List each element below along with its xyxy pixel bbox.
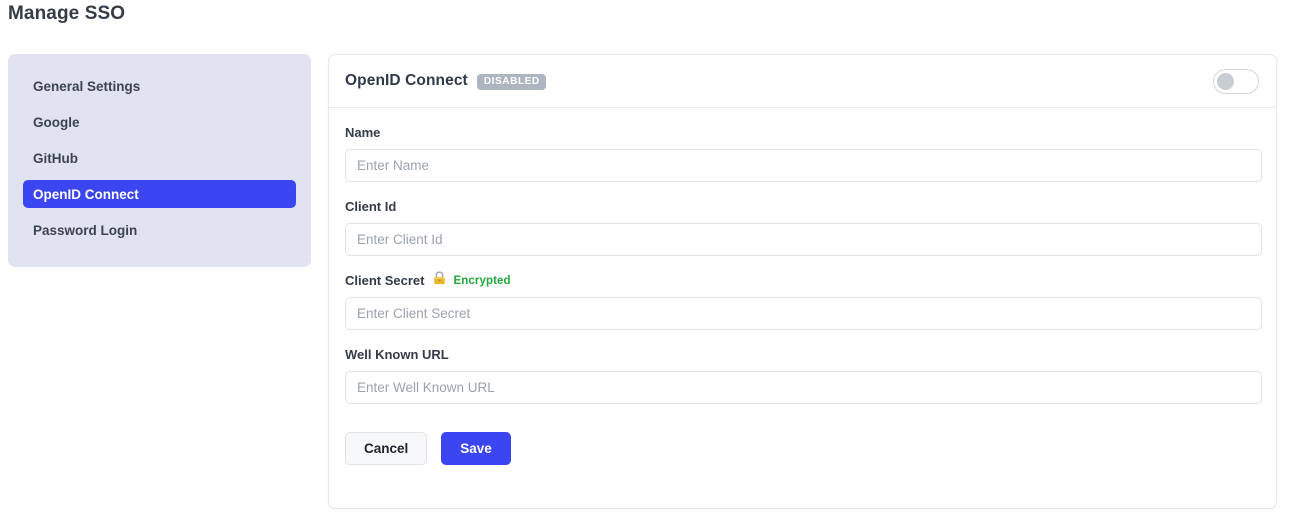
field-client-id: Client Id bbox=[345, 198, 1260, 256]
sidebar-item-label: GitHub bbox=[33, 151, 78, 166]
field-client-secret: Client Secret Encrypted bbox=[345, 272, 1260, 330]
name-label: Name bbox=[345, 125, 380, 140]
sidebar-item-password-login[interactable]: Password Login bbox=[23, 216, 296, 244]
sso-provider-sidebar: General Settings Google GitHub OpenID Co… bbox=[8, 54, 311, 267]
encrypted-label: Encrypted bbox=[453, 275, 510, 287]
well-known-url-input[interactable] bbox=[345, 371, 1262, 404]
lock-icon bbox=[433, 271, 446, 290]
field-label-row: Client Secret Encrypted bbox=[345, 272, 1260, 289]
manage-sso-page: Manage SSO General Settings Google GitHu… bbox=[0, 0, 1292, 519]
field-well-known-url: Well Known URL bbox=[345, 346, 1260, 404]
field-name: Name bbox=[345, 124, 1260, 182]
card-header: OpenID Connect DISABLED bbox=[329, 55, 1276, 108]
client-secret-label: Client Secret bbox=[345, 273, 424, 288]
field-label-row: Client Id bbox=[345, 198, 1260, 215]
card-title: OpenID Connect bbox=[345, 72, 468, 90]
sidebar-item-label: OpenID Connect bbox=[33, 187, 139, 202]
cancel-button[interactable]: Cancel bbox=[345, 432, 427, 465]
sidebar-item-openid-connect[interactable]: OpenID Connect bbox=[23, 180, 296, 208]
sidebar-item-label: Password Login bbox=[33, 223, 137, 238]
enable-provider-toggle[interactable] bbox=[1213, 69, 1259, 94]
save-button[interactable]: Save bbox=[441, 432, 511, 465]
form-actions: Cancel Save bbox=[345, 432, 1260, 465]
client-id-label: Client Id bbox=[345, 199, 396, 214]
status-badge: DISABLED bbox=[477, 74, 546, 90]
card-body: Name Client Id Client Secret bbox=[329, 108, 1276, 465]
field-label-row: Well Known URL bbox=[345, 346, 1260, 363]
encrypted-indicator: Encrypted bbox=[433, 271, 510, 290]
client-id-input[interactable] bbox=[345, 223, 1262, 256]
openid-connect-card: OpenID Connect DISABLED Name Client Id bbox=[328, 54, 1277, 509]
toggle-knob bbox=[1217, 73, 1234, 90]
sidebar-item-google[interactable]: Google bbox=[23, 108, 296, 136]
sidebar-item-label: General Settings bbox=[33, 79, 140, 94]
client-secret-input[interactable] bbox=[345, 297, 1262, 330]
sidebar-item-github[interactable]: GitHub bbox=[23, 144, 296, 172]
card-header-left: OpenID Connect DISABLED bbox=[345, 72, 546, 90]
name-input[interactable] bbox=[345, 149, 1262, 182]
page-title: Manage SSO bbox=[8, 3, 125, 25]
sidebar-item-general-settings[interactable]: General Settings bbox=[23, 72, 296, 100]
field-label-row: Name bbox=[345, 124, 1260, 141]
well-known-url-label: Well Known URL bbox=[345, 347, 449, 362]
sidebar-item-label: Google bbox=[33, 115, 80, 130]
